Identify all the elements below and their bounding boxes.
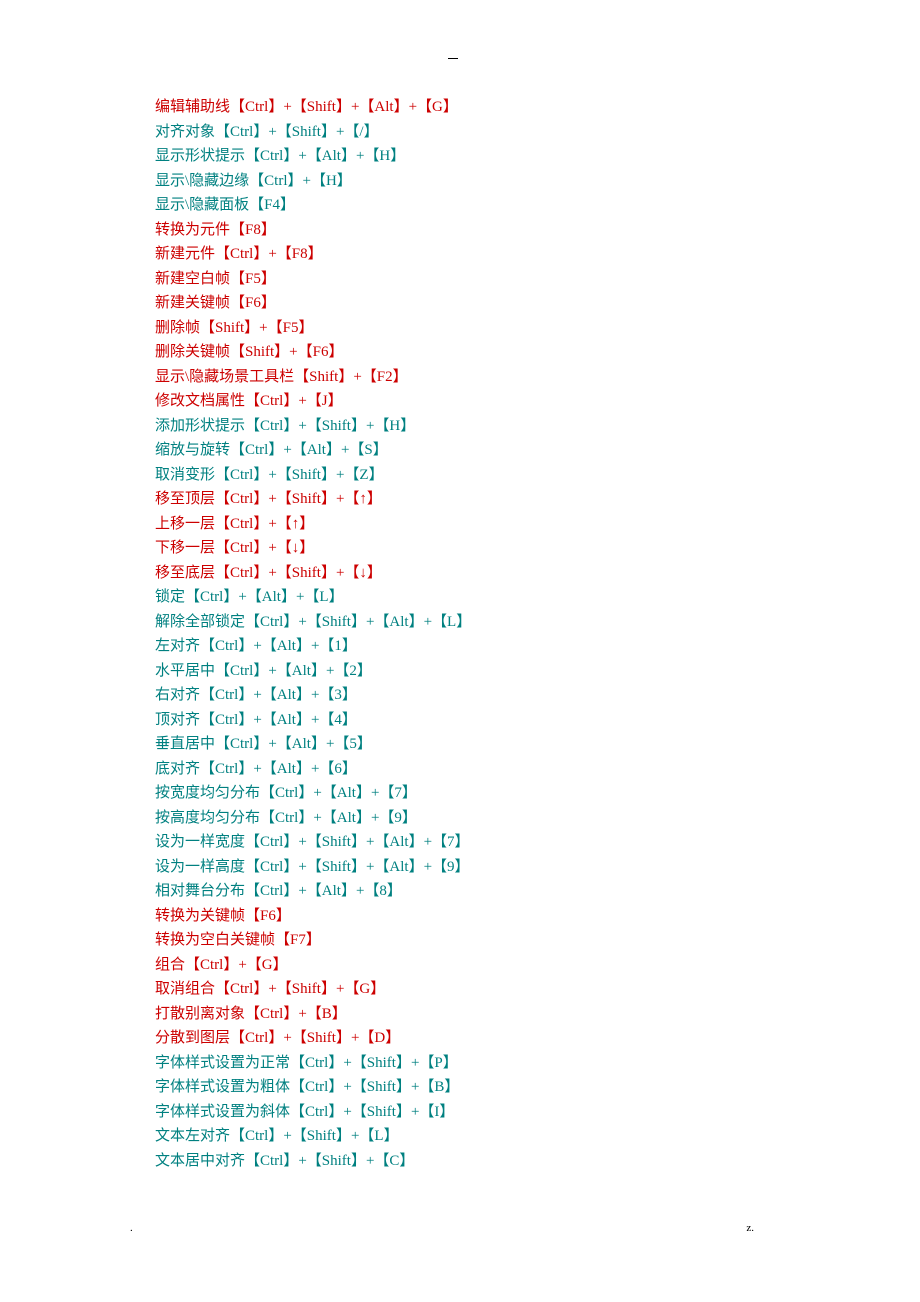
shortcut-line: 显示\隐藏面板【F4】 — [155, 193, 920, 218]
shortcut-line: 底对齐【Ctrl】+【Alt】+【6】 — [155, 757, 920, 782]
shortcut-line: 文本居中对齐【Ctrl】+【Shift】+【C】 — [155, 1149, 920, 1174]
shortcut-line: 移至顶层【Ctrl】+【Shift】+【↑】 — [155, 487, 920, 512]
shortcut-line: 垂直居中【Ctrl】+【Alt】+【5】 — [155, 732, 920, 757]
shortcut-list: 编辑辅助线【Ctrl】+【Shift】+【Alt】+【G】对齐对象【Ctrl】+… — [155, 95, 920, 1173]
shortcut-line: 显示形状提示【Ctrl】+【Alt】+【H】 — [155, 144, 920, 169]
shortcut-line: 分散到图层【Ctrl】+【Shift】+【D】 — [155, 1026, 920, 1051]
shortcut-line: 按高度均匀分布【Ctrl】+【Alt】+【9】 — [155, 806, 920, 831]
shortcut-line: 左对齐【Ctrl】+【Alt】+【1】 — [155, 634, 920, 659]
shortcut-line: 转换为关键帧【F6】 — [155, 904, 920, 929]
shortcut-line: 上移一层【Ctrl】+【↑】 — [155, 512, 920, 537]
shortcut-line: 打散别离对象【Ctrl】+【B】 — [155, 1002, 920, 1027]
shortcut-line: 对齐对象【Ctrl】+【Shift】+【/】 — [155, 120, 920, 145]
shortcut-line: 设为一样高度【Ctrl】+【Shift】+【Alt】+【9】 — [155, 855, 920, 880]
footer-left-text: . — [130, 1216, 133, 1241]
shortcut-line: 删除关键帧【Shift】+【F6】 — [155, 340, 920, 365]
shortcut-line: 新建空白帧【F5】 — [155, 267, 920, 292]
shortcut-line: 缩放与旋转【Ctrl】+【Alt】+【S】 — [155, 438, 920, 463]
footer-right-text: z. — [746, 1216, 754, 1241]
shortcut-line: 字体样式设置为粗体【Ctrl】+【Shift】+【B】 — [155, 1075, 920, 1100]
shortcut-line: 取消变形【Ctrl】+【Shift】+【Z】 — [155, 463, 920, 488]
header-divider — [448, 58, 458, 59]
shortcut-line: 添加形状提示【Ctrl】+【Shift】+【H】 — [155, 414, 920, 439]
shortcut-line: 按宽度均匀分布【Ctrl】+【Alt】+【7】 — [155, 781, 920, 806]
shortcut-line: 移至底层【Ctrl】+【Shift】+【↓】 — [155, 561, 920, 586]
shortcut-line: 取消组合【Ctrl】+【Shift】+【G】 — [155, 977, 920, 1002]
shortcut-line: 文本左对齐【Ctrl】+【Shift】+【L】 — [155, 1124, 920, 1149]
shortcut-line: 解除全部锁定【Ctrl】+【Shift】+【Alt】+【L】 — [155, 610, 920, 635]
shortcut-line: 字体样式设置为斜体【Ctrl】+【Shift】+【I】 — [155, 1100, 920, 1125]
shortcut-line: 转换为元件【F8】 — [155, 218, 920, 243]
shortcut-line: 水平居中【Ctrl】+【Alt】+【2】 — [155, 659, 920, 684]
shortcut-line: 删除帧【Shift】+【F5】 — [155, 316, 920, 341]
shortcut-line: 顶对齐【Ctrl】+【Alt】+【4】 — [155, 708, 920, 733]
shortcut-line: 锁定【Ctrl】+【Alt】+【L】 — [155, 585, 920, 610]
shortcut-line: 字体样式设置为正常【Ctrl】+【Shift】+【P】 — [155, 1051, 920, 1076]
shortcut-line: 显示\隐藏边缘【Ctrl】+【H】 — [155, 169, 920, 194]
shortcut-line: 下移一层【Ctrl】+【↓】 — [155, 536, 920, 561]
shortcut-line: 相对舞台分布【Ctrl】+【Alt】+【8】 — [155, 879, 920, 904]
shortcut-line: 组合【Ctrl】+【G】 — [155, 953, 920, 978]
shortcut-line: 编辑辅助线【Ctrl】+【Shift】+【Alt】+【G】 — [155, 95, 920, 120]
shortcut-line: 修改文档属性【Ctrl】+【J】 — [155, 389, 920, 414]
shortcut-line: 右对齐【Ctrl】+【Alt】+【3】 — [155, 683, 920, 708]
shortcut-line: 设为一样宽度【Ctrl】+【Shift】+【Alt】+【7】 — [155, 830, 920, 855]
shortcut-line: 转换为空白关键帧【F7】 — [155, 928, 920, 953]
shortcut-line: 显示\隐藏场景工具栏【Shift】+【F2】 — [155, 365, 920, 390]
shortcut-line: 新建元件【Ctrl】+【F8】 — [155, 242, 920, 267]
shortcut-line: 新建关键帧【F6】 — [155, 291, 920, 316]
